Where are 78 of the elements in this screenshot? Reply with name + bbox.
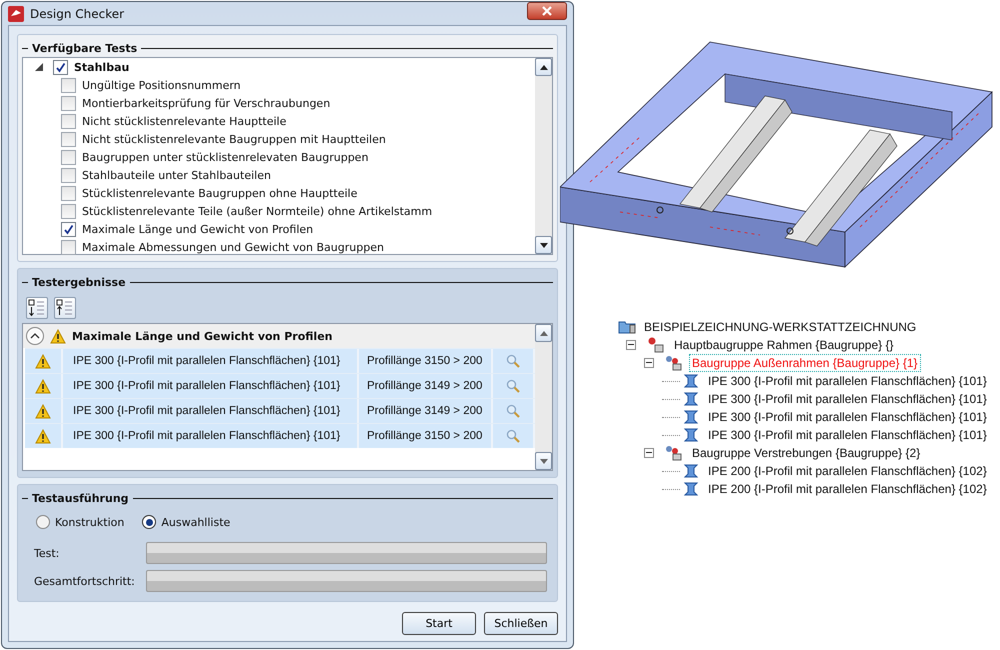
checkbox[interactable]: [61, 204, 76, 218]
result-group-header[interactable]: Maximale Länge und Gewicht von Profilen: [23, 324, 535, 348]
app-logo-icon: [8, 6, 24, 22]
beam-icon: [682, 481, 700, 497]
warning-icon: [35, 354, 51, 368]
assembly-icon: [664, 355, 684, 371]
checkbox[interactable]: [53, 60, 68, 74]
test-label: Maximale Abmessungen und Gewicht von Baugruppen: [82, 240, 384, 254]
search-icon[interactable]: [506, 404, 520, 418]
test-label: Stücklistenrelevante Teile (außer Normteile) ohne Artikelstamm: [82, 204, 432, 218]
test-label: Stücklistenrelevante Baugruppen ohne Hauptteile: [82, 186, 358, 200]
search-icon[interactable]: [506, 379, 520, 393]
checkbox[interactable]: [61, 132, 76, 146]
dialog-button[interactable]: Start: [402, 612, 476, 635]
folder-icon: [618, 320, 636, 334]
close-button[interactable]: [527, 2, 567, 20]
progress-label: Gesamtfortschritt:: [34, 574, 136, 588]
tree-item[interactable]: IPE 200 {I-Profil mit parallelen Flanschflächen} {102}: [706, 463, 989, 479]
dialog-button[interactable]: Schließen: [484, 612, 558, 635]
expand-all-button[interactable]: [26, 297, 48, 319]
checkbox[interactable]: [61, 168, 76, 182]
checkbox[interactable]: [61, 222, 76, 236]
result-message-cell: Profillänge 3150 > 200: [359, 424, 493, 448]
collapse-toggle-icon[interactable]: [626, 340, 636, 350]
progress-label: Test:: [34, 546, 60, 560]
checkbox[interactable]: [61, 150, 76, 164]
radio-option[interactable]: Auswahlliste: [142, 515, 230, 529]
group-title: Testergebnisse: [32, 276, 126, 288]
scroll-up-icon[interactable]: [535, 58, 552, 76]
scroll-down-icon[interactable]: [535, 236, 552, 254]
warning-icon: [35, 378, 51, 394]
search-icon[interactable]: [506, 429, 520, 443]
checkbox[interactable]: [61, 114, 76, 128]
beam-icon: [682, 427, 700, 443]
test-label: Ungültige Positionsnummern: [82, 78, 241, 92]
checkbox[interactable]: [61, 186, 76, 200]
tree-root-label[interactable]: BEISPIELZEICHNUNG-WERKSTATTZEICHNUNG: [642, 319, 918, 335]
scrollbar[interactable]: [535, 58, 552, 254]
assembly-icon: [664, 445, 684, 461]
tree-item[interactable]: IPE 300 {I-Profil mit parallelen Flanschflächen} {101}: [706, 391, 989, 407]
group-title: Verfügbare Tests: [32, 42, 138, 54]
category-label: Stahlbau: [74, 60, 130, 74]
result-name-cell: IPE 300 {I-Profil mit parallelen Flanschflächen} {101}: [63, 424, 359, 448]
test-label: Nicht stücklistenrelevante Baugruppen mit Hauptteilen: [82, 132, 386, 146]
beam-icon: [682, 409, 700, 425]
collapse-toggle-icon[interactable]: [644, 448, 654, 458]
test-label: Baugruppen unter stücklistenrelevaten Baugruppen: [82, 150, 368, 164]
assembly-icon: [646, 337, 666, 353]
tree-item[interactable]: Hauptbaugruppe Rahmen {Baugruppe} {}: [672, 337, 896, 353]
collapse-triangle-icon[interactable]: [35, 63, 43, 71]
collapse-toggle-icon[interactable]: [644, 358, 654, 368]
test-label: Montierbarkeitsprüfung für Verschraubungen: [82, 96, 330, 110]
warning-icon: [35, 428, 51, 444]
tree-item[interactable]: IPE 200 {I-Profil mit parallelen Flanschflächen} {102}: [706, 481, 989, 497]
tree-item[interactable]: IPE 300 {I-Profil mit parallelen Flanschflächen} {101}: [706, 409, 989, 425]
radio-option[interactable]: Konstruktion: [36, 515, 124, 529]
tree-item[interactable]: IPE 300 {I-Profil mit parallelen Flanschflächen} {101}: [706, 373, 989, 389]
collapse-all-button[interactable]: [54, 297, 76, 319]
test-label: Stahlbauteile unter Stahlbauteilen: [82, 168, 271, 182]
test-label: Maximale Länge und Gewicht von Profilen: [82, 222, 314, 236]
beam-icon: [682, 463, 700, 479]
search-icon[interactable]: [506, 354, 520, 368]
checkbox[interactable]: [61, 240, 76, 254]
window-title: Design Checker: [30, 6, 126, 20]
tree-item[interactable]: Baugruppe Verstrebungen {Baugruppe} {2}: [690, 445, 922, 461]
collapse-chevron-icon[interactable]: [26, 327, 44, 345]
group-title: Testausführung: [32, 492, 129, 504]
result-group-title: Maximale Länge und Gewicht von Profilen: [72, 330, 332, 342]
close-icon[interactable]: [541, 6, 553, 16]
test-label: Nicht stücklistenrelevante Hauptteile: [82, 114, 286, 128]
beam-icon: [682, 391, 700, 407]
warning-icon: [35, 404, 51, 418]
checkbox[interactable]: [61, 96, 76, 110]
beam-icon: [682, 373, 700, 389]
tree-item[interactable]: IPE 300 {I-Profil mit parallelen Flanschflächen} {101}: [706, 427, 989, 443]
checkbox[interactable]: [61, 78, 76, 92]
warning-icon: [50, 328, 66, 344]
tree-item[interactable]: Baugruppe Außenrahmen {Baugruppe} {1}: [690, 355, 920, 371]
